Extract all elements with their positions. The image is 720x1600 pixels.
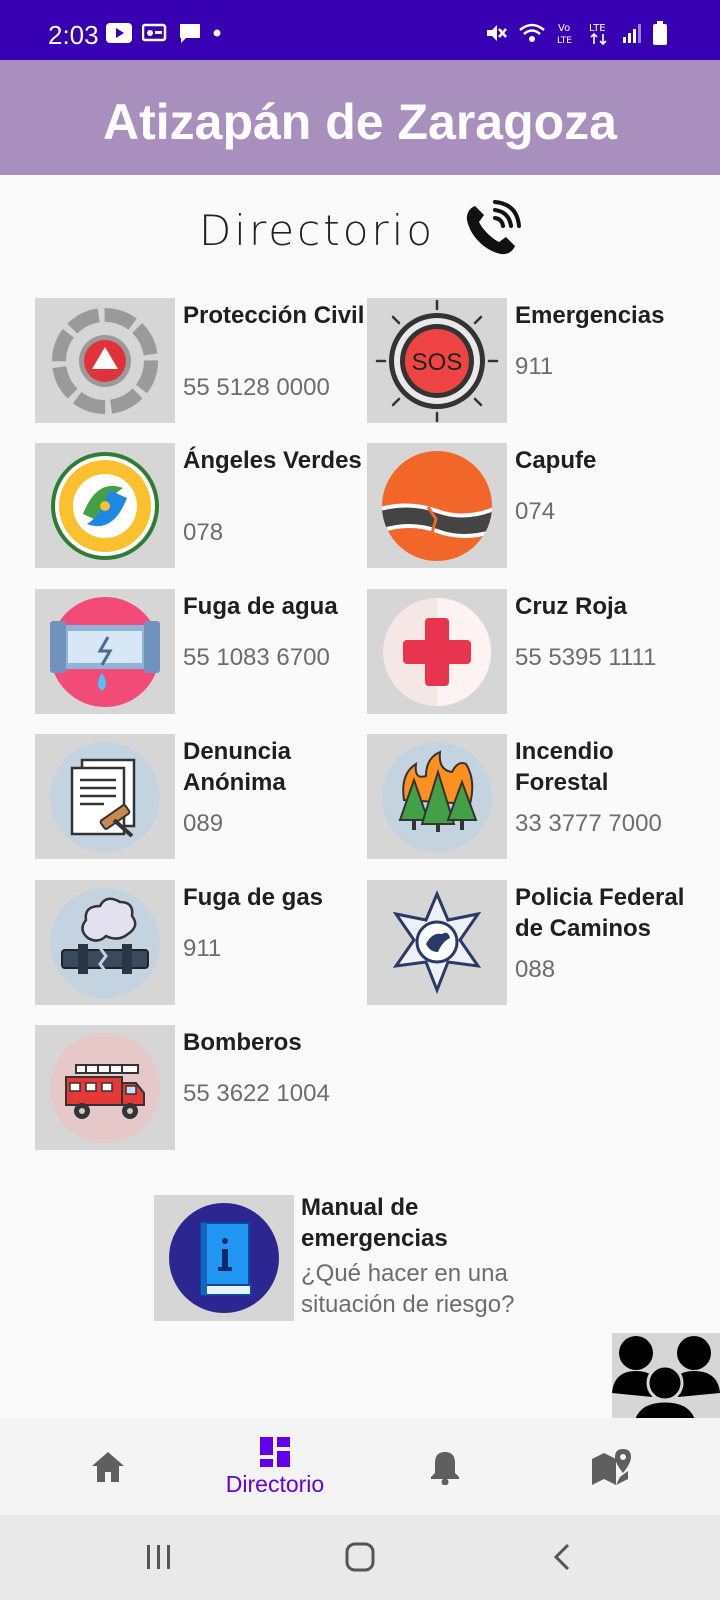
police-star-icon [392, 889, 482, 994]
proteccion-civil-icon [52, 307, 158, 414]
signal-icon [623, 24, 641, 43]
contact-angeles-verdes[interactable]: Ángeles Verdes 078 [35, 443, 365, 568]
fire-truck-icon [50, 1032, 160, 1143]
contact-name: Denuncia Anónima [183, 738, 292, 796]
contact-phone: 911 [183, 935, 222, 962]
contact-cruz-roja[interactable]: Cruz Roja 55 5395 1111 [367, 589, 697, 714]
manual-subtitle: ¿Qué hacer en una situación de riesgo? [301, 1260, 515, 1318]
road-icon [382, 450, 492, 561]
water-leak-icon [50, 596, 160, 707]
status-notification-icons [106, 22, 222, 44]
emergency-manual-card[interactable]: Manual de emergencias ¿Qué hacer en una … [154, 1194, 574, 1321]
status-time: 2:03 [48, 20, 99, 50]
contact-fuga-de-agua[interactable]: Fuga de agua 55 1083 6700 [35, 589, 365, 714]
system-navigation-bar [0, 1515, 720, 1600]
dot-icon [213, 29, 221, 37]
svg-text:SOS: SOS [412, 349, 463, 376]
group-fab[interactable] [612, 1333, 720, 1418]
contact-name: Ángeles Verdes [183, 447, 362, 474]
angeles-verdes-icon [51, 451, 159, 560]
contact-name: Bomberos [183, 1029, 302, 1056]
contact-capufe[interactable]: Capufe 074 [367, 443, 697, 568]
wifi-icon [519, 23, 545, 42]
red-cross-icon [383, 597, 491, 706]
group-icon [612, 1336, 720, 1418]
lte-icon: LTE [589, 23, 607, 46]
message-icon [180, 24, 200, 43]
contact-name: Fuga de agua [183, 593, 338, 620]
contact-name: Capufe [515, 447, 597, 474]
nav-directorio-label: Directorio [225, 1471, 325, 1497]
bottom-navigation: Directorio [0, 1418, 720, 1515]
contact-name: Policia Federal de Caminos [515, 884, 685, 942]
status-system-icons: Vo LTE LTE [484, 20, 668, 46]
contact-proteccion-civil[interactable]: Protección Civil 55 5128 0000 [35, 298, 365, 423]
contact-incendio-forestal[interactable]: Incendio Forestal 33 3777 7000 [367, 734, 697, 859]
dashboard-icon [260, 1437, 290, 1467]
contact-name: Emergencias [515, 302, 665, 329]
contact-name: Fuga de gas [183, 884, 324, 911]
cast-icon [142, 23, 167, 42]
contact-phone: 55 5128 0000 [183, 374, 330, 401]
contact-phone: 55 3622 1004 [183, 1080, 330, 1107]
home-icon [92, 1451, 124, 1482]
contact-phone: 55 5395 1111 [515, 644, 657, 671]
volte-icon: Vo LTE [557, 23, 572, 46]
contact-denuncia-anonima[interactable]: Denuncia Anónima 089 [35, 734, 365, 859]
anonymous-report-icon [50, 741, 160, 852]
contact-emergencias[interactable]: SOS Emergencias 911 [367, 298, 697, 423]
contact-phone: 089 [183, 810, 224, 837]
contact-phone: 078 [183, 519, 224, 546]
contact-phone: 088 [515, 956, 556, 983]
mute-icon [487, 25, 507, 41]
svg-text:LTE: LTE [589, 23, 606, 34]
contact-name: Cruz Roja [515, 593, 628, 620]
sos-icon: SOS [375, 299, 499, 422]
svg-text:Vo: Vo [558, 23, 570, 34]
contact-phone: 33 3777 7000 [515, 810, 662, 837]
battery-icon [653, 21, 667, 45]
contact-policia-federal-de-caminos[interactable]: Policia Federal de Caminos 088 [367, 880, 697, 1005]
nav-notifications[interactable] [355, 1418, 535, 1515]
svg-text:LTE: LTE [557, 36, 572, 46]
app-title: Atizapán de Zaragoza [103, 94, 617, 150]
back-icon[interactable] [550, 1535, 574, 1579]
bell-icon [431, 1451, 459, 1485]
youtube-icon [106, 23, 132, 43]
contact-phone: 911 [515, 353, 554, 380]
nav-map[interactable] [522, 1418, 702, 1515]
nav-directorio[interactable]: Directorio [185, 1418, 365, 1515]
map-pin-icon [592, 1448, 631, 1485]
info-book-icon [169, 1203, 279, 1313]
contact-name: Incendio Forestal [515, 738, 614, 796]
phone-call-icon [466, 200, 522, 255]
contact-phone: 074 [515, 498, 556, 525]
contact-fuga-de-gas[interactable]: Fuga de gas 911 [35, 880, 365, 1005]
nav-home[interactable] [18, 1418, 198, 1515]
recent-apps-icon[interactable] [144, 1535, 174, 1579]
contact-bomberos[interactable]: Bomberos 55 3622 1004 [35, 1025, 365, 1150]
manual-title: Manual de emergencias [301, 1194, 448, 1252]
gas-leak-icon [50, 887, 160, 998]
directory-heading: Directorio [0, 200, 720, 260]
contact-name: Protección Civil [183, 302, 365, 329]
status-bar: 2:03 Vo LTE LTE [0, 0, 720, 60]
contact-phone: 55 1083 6700 [183, 644, 330, 671]
directory-title: Directorio [198, 205, 436, 255]
forest-fire-icon [382, 741, 492, 852]
home-button-icon[interactable] [343, 1535, 377, 1579]
